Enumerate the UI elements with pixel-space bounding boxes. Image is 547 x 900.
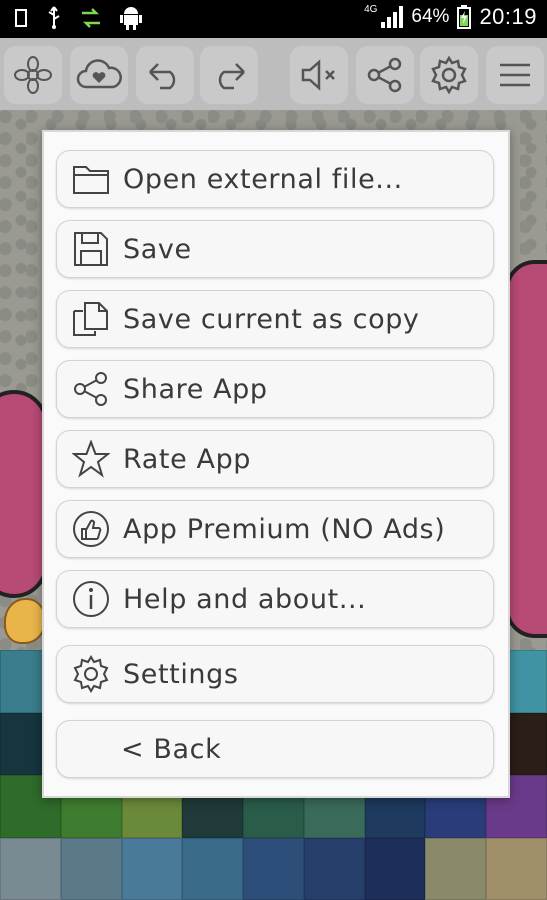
settings-gear-icon [431,55,467,95]
mandala-icon [14,56,52,94]
menu-item-label: Share App [123,373,268,405]
android-icon [120,7,142,30]
save-copy-item[interactable]: Save current as copy [56,290,494,348]
options-menu-dialog: Open external file... Save Save current … [42,130,510,798]
cloud-heart-icon [76,59,122,89]
floppy-disk-icon [69,227,113,271]
share-app-item[interactable]: Share App [56,360,494,418]
help-about-item[interactable]: Help and about... [56,570,494,628]
settings-button[interactable] [420,46,478,104]
mute-button[interactable] [290,46,348,104]
toolbar [0,38,547,110]
palette-icon[interactable] [4,598,46,644]
copy-document-icon [69,297,113,341]
color-swatch[interactable] [0,837,61,900]
color-swatch[interactable] [486,837,547,900]
mandala-button[interactable] [4,46,62,104]
menu-item-label: Help and about... [123,583,367,615]
artwork-shape [505,260,547,638]
battery-percent: 64% [411,6,450,27]
settings-item[interactable]: Settings [56,645,494,703]
thumbs-up-icon [69,507,113,551]
usb-icon [48,6,60,29]
status-notification-icons [14,6,142,30]
menu-item-label: App Premium (NO Ads) [123,513,446,545]
redo-button[interactable] [200,46,258,104]
folder-icon [69,157,113,201]
color-swatch[interactable] [121,837,183,900]
share-icon [367,57,402,93]
app-premium-item[interactable]: App Premium (NO Ads) [56,500,494,558]
status-system-icons: 4G 64% 20:19 [364,4,537,30]
star-icon [69,437,113,481]
battery-charging-icon [457,5,472,29]
gear-icon [69,652,113,696]
menu-item-label: < Back [121,733,222,765]
color-swatch[interactable] [425,837,487,900]
cloud-favorite-button[interactable] [70,46,128,104]
network-type-label: 4G [364,3,378,15]
data-transfer-icon [82,8,100,28]
menu-item-label: Rate App [123,443,252,475]
rate-app-item[interactable]: Rate App [56,430,494,488]
back-item[interactable]: < Back [56,720,494,778]
info-icon [69,577,113,621]
redo-icon [218,63,245,90]
menu-item-label: Open external file... [123,163,403,195]
color-swatch[interactable] [364,837,426,900]
signal-icon [381,6,404,28]
mute-icon [301,59,335,91]
overflow-menu-button[interactable] [486,46,544,104]
open-external-file-item[interactable]: Open external file... [56,150,494,208]
clock: 20:19 [479,4,537,29]
status-bar: 4G 64% 20:19 [0,0,547,38]
menu-item-label: Save current as copy [123,303,420,335]
hamburger-menu-icon [500,63,530,87]
color-swatch[interactable] [60,837,122,900]
color-swatch[interactable] [243,837,304,900]
artwork-shape [0,390,48,598]
color-swatch[interactable] [182,837,244,900]
menu-item-label: Save [123,233,192,265]
color-swatch[interactable] [303,837,365,900]
menu-item-label: Settings [123,658,239,690]
undo-icon [149,63,176,90]
save-item[interactable]: Save [56,220,494,278]
undo-button[interactable] [136,46,194,104]
screenshot-notification-icon [15,9,27,27]
share-button[interactable] [356,46,414,104]
share-icon [69,367,113,411]
